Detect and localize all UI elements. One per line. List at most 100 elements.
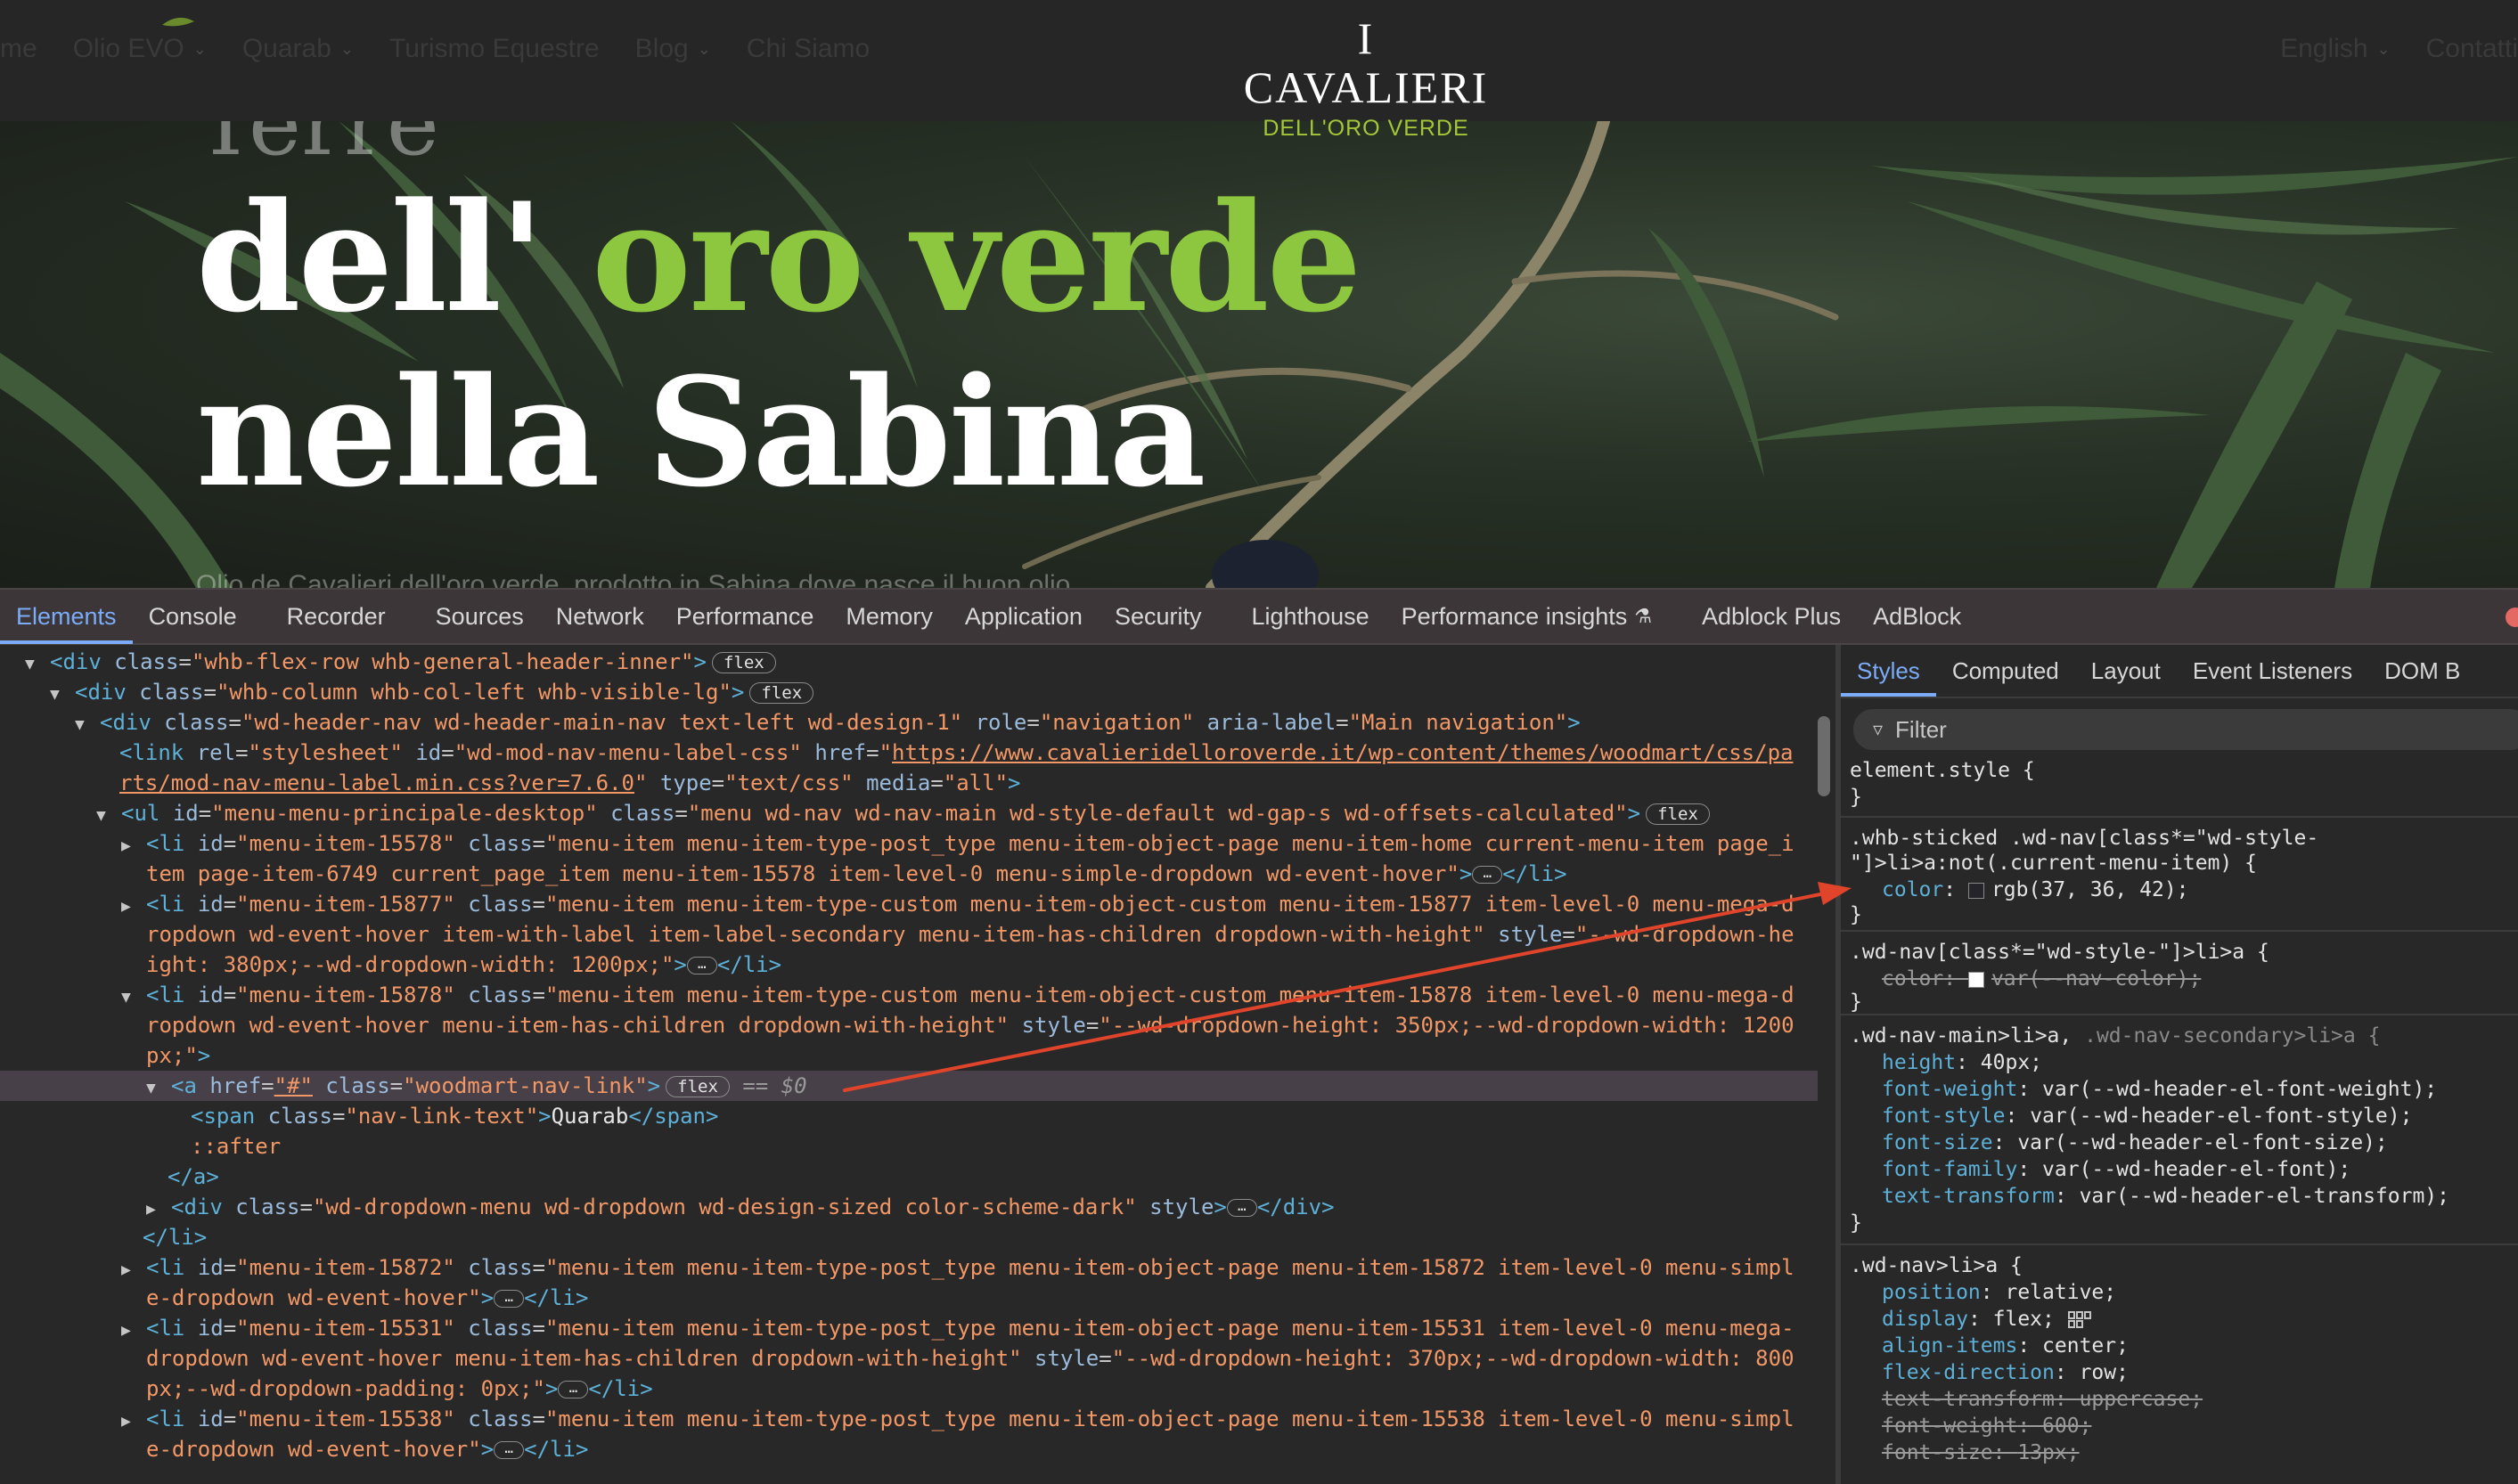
expand-triangle-icon[interactable]: ▶ xyxy=(121,1255,146,1285)
expand-triangle-icon[interactable]: ▶ xyxy=(146,1195,171,1225)
dom-node-li-15878[interactable]: ▼ <li id="menu-item-15878" class="menu-it… xyxy=(121,980,1794,1010)
style-rule-wd-nav-main[interactable]: .wd-nav-main>li>a, .wd-nav-secondary>li>… xyxy=(1841,1017,2518,1245)
tab-security[interactable]: Security xyxy=(1099,589,1218,644)
style-declaration[interactable]: display: flex; xyxy=(1882,1306,2094,1333)
expand-triangle-icon[interactable]: ▶ xyxy=(121,831,146,861)
dom-node-li-15877-cont2[interactable]: ight: 380px;--wd-dropdown-width: 1200px;… xyxy=(146,950,781,980)
style-declaration[interactable]: position: relative; xyxy=(1882,1279,2116,1306)
flexbox-editor-icon[interactable] xyxy=(2067,1309,2094,1331)
elements-scrollbar[interactable] xyxy=(1818,716,1830,796)
tab-performance-insights[interactable]: Performance insights ⚗ xyxy=(1386,589,1668,644)
style-declaration[interactable]: font-style: var(--wd-header-el-font-styl… xyxy=(1882,1103,2412,1129)
dom-node-link-stylesheet-cont[interactable]: rts/mod-nav-menu-label.min.css?ver=7.6.0… xyxy=(119,768,1020,798)
dom-node-link-stylesheet[interactable]: <link rel="stylesheet" id="wd-mod-nav-me… xyxy=(119,738,1793,768)
dom-node-span-nav-link-text[interactable]: <span class="nav-link-text">Quarab</span… xyxy=(191,1101,718,1131)
tab-recorder[interactable]: Recorder xyxy=(271,589,402,644)
style-declaration-overridden[interactable]: font-size: 13px; xyxy=(1882,1439,2080,1466)
tab-memory[interactable]: Memory xyxy=(830,589,949,644)
dom-node-a-selected[interactable]: ▼ <a href="#" class="woodmart-nav-link"> f… xyxy=(0,1071,1818,1101)
collapse-triangle-icon[interactable]: ▼ xyxy=(50,680,75,710)
flex-badge[interactable]: flex xyxy=(749,682,814,704)
site-nav-item-quarab[interactable]: Quarab ⌄ xyxy=(242,34,354,64)
tab-console[interactable]: Console xyxy=(133,589,253,644)
tab-application[interactable]: Application xyxy=(949,589,1099,644)
dom-node-li-15531-cont[interactable]: dropdown wd-event-hover menu-item-has-ch… xyxy=(146,1343,1794,1374)
tab-event-listeners[interactable]: Event Listeners xyxy=(2177,645,2368,697)
dom-node-li-15578[interactable]: ▶ <li id="menu-item-15578" class="menu-it… xyxy=(121,828,1794,859)
collapse-triangle-icon[interactable]: ▼ xyxy=(25,649,50,680)
style-declaration[interactable]: font-weight: var(--wd-header-el-font-wei… xyxy=(1882,1076,2437,1103)
flex-badge[interactable]: flex xyxy=(1646,803,1710,825)
style-declaration[interactable]: text-transform: var(--wd-header-el-trans… xyxy=(1882,1183,2449,1210)
dom-node-li-close[interactable]: </li> xyxy=(143,1222,207,1252)
collapse-triangle-icon[interactable]: ▼ xyxy=(75,710,100,740)
ellipsis-icon[interactable]: … xyxy=(494,1441,525,1459)
tab-elements[interactable]: Elements xyxy=(0,589,133,644)
style-rule-whb-sticked[interactable]: .whb-sticked .wd-nav[class*="wd-style- "… xyxy=(1841,819,2518,932)
dom-node-li-15538-cont[interactable]: e-dropdown wd-event-hover">… </li> xyxy=(146,1434,588,1464)
ellipsis-icon[interactable]: … xyxy=(1472,866,1503,884)
ellipsis-icon[interactable]: … xyxy=(1226,1199,1257,1217)
style-rule-element-style[interactable]: element.style { } xyxy=(1841,754,2518,818)
tab-adblock[interactable]: AdBlock xyxy=(1857,589,1977,644)
tab-lighthouse[interactable]: Lighthouse xyxy=(1236,589,1386,644)
expand-triangle-icon[interactable]: ▶ xyxy=(121,1407,146,1437)
color-swatch[interactable] xyxy=(1967,971,1984,988)
tab-computed[interactable]: Computed xyxy=(1936,645,2075,697)
site-nav-item-turismo[interactable]: Turismo Equestre xyxy=(389,34,600,64)
error-indicator-icon[interactable] xyxy=(2506,607,2518,627)
dom-node-dropdown-menu[interactable]: ▶ <div class="wd-dropdown-menu wd-dropdow… xyxy=(146,1192,1335,1222)
stylesheet-link[interactable]: https://www.cavalieridelloroverde.it/wp-… xyxy=(892,740,1793,765)
dom-node-li-15538[interactable]: ▶ <li id="menu-item-15538" class="menu-it… xyxy=(121,1404,1794,1434)
dom-node-li-15531[interactable]: ▶ <li id="menu-item-15531" class="menu-it… xyxy=(121,1313,1794,1343)
tab-performance[interactable]: Performance xyxy=(660,589,830,644)
dom-node-wd-header-nav[interactable]: ▼ <div class="wd-header-nav wd-header-mai… xyxy=(75,707,1581,738)
style-declaration-overridden[interactable]: color: var(--nav-color); xyxy=(1882,966,2201,992)
dom-node-li-15877[interactable]: ▶ <li id="menu-item-15877" class="menu-it… xyxy=(121,889,1794,919)
style-declaration[interactable]: font-family: var(--wd-header-el-font); xyxy=(1882,1156,2350,1183)
dom-node-li-15878-cont[interactable]: ropdown wd-event-hover menu-item-has-chi… xyxy=(146,1010,1794,1040)
dom-node-li-15531-cont2[interactable]: px;--wd-dropdown-padding: 0px;">… </li> xyxy=(146,1374,653,1404)
site-nav-item-olio-evo[interactable]: Olio EVO ⌄ xyxy=(73,34,207,64)
flex-badge[interactable]: flex xyxy=(666,1076,730,1097)
color-swatch[interactable] xyxy=(1967,882,1984,899)
dom-node-ul-menu[interactable]: ▼ <ul id="menu-menu-principale-desktop" c… xyxy=(96,798,1710,828)
collapse-triangle-icon[interactable]: ▼ xyxy=(121,983,146,1013)
style-rule-wd-nav-li-a[interactable]: .wd-nav>li>a { position: relative; displ… xyxy=(1841,1247,2518,1484)
dom-node-li-15872-cont[interactable]: e-dropdown wd-event-hover">… </li> xyxy=(146,1283,588,1313)
tab-adblock-plus[interactable]: Adblock Plus xyxy=(1686,589,1857,644)
dom-node-whb-flex-row[interactable]: ▼ <div class="whb-flex-row whb-general-he… xyxy=(25,647,776,677)
dom-node-li-15578-cont[interactable]: tem page-item-6749 current_page_item men… xyxy=(146,859,1567,889)
flex-badge[interactable]: flex xyxy=(711,652,776,673)
site-nav-item-home[interactable]: me xyxy=(0,34,37,64)
ellipsis-icon[interactable]: … xyxy=(558,1381,589,1398)
language-switcher[interactable]: English ⌄ xyxy=(2280,34,2391,64)
ellipsis-icon[interactable]: … xyxy=(686,957,717,974)
style-declaration-overridden[interactable]: font-weight: 600; xyxy=(1882,1413,2091,1439)
site-nav-item-blog[interactable]: Blog ⌄ xyxy=(635,34,711,64)
dom-node-li-15872[interactable]: ▶ <li id="menu-item-15872" class="menu-it… xyxy=(121,1252,1794,1283)
site-nav-item-chi-siamo[interactable]: Chi Siamo xyxy=(747,34,870,64)
dom-node-whb-column[interactable]: ▼ <div class="whb-column whb-col-left whb… xyxy=(50,677,814,710)
styles-filter-input[interactable]: ▿ Filter xyxy=(1853,709,2518,750)
expand-triangle-icon[interactable]: ▶ xyxy=(121,1316,146,1346)
dom-node-a-close[interactable]: </a> xyxy=(168,1162,219,1192)
dom-node-li-15878-cont2[interactable]: px;"> xyxy=(146,1040,210,1071)
site-logo[interactable]: I CAVALIERI DELL'ORO VERDE xyxy=(1232,14,1500,142)
tab-sources[interactable]: Sources xyxy=(420,589,540,644)
site-nav-item-contatti[interactable]: Contatti xyxy=(2426,34,2518,64)
collapse-triangle-icon[interactable]: ▼ xyxy=(146,1073,171,1104)
expand-triangle-icon[interactable]: ▶ xyxy=(121,892,146,922)
stylesheet-link[interactable]: rts/mod-nav-menu-label.min.css?ver=7.6.0 xyxy=(119,771,634,795)
ellipsis-icon[interactable]: … xyxy=(494,1290,525,1308)
dom-node-pseudo-after[interactable]: ::after xyxy=(191,1131,281,1162)
style-rule-wd-nav-style[interactable]: .wd-nav[class*="wd-style-"]>li>a { color… xyxy=(1841,934,2518,1015)
style-declaration[interactable]: flex-direction: row; xyxy=(1882,1359,2129,1386)
tab-layout[interactable]: Layout xyxy=(2075,645,2177,697)
collapse-triangle-icon[interactable]: ▼ xyxy=(96,801,121,831)
dom-node-li-15877-cont[interactable]: ropdown wd-event-hover item-with-label i… xyxy=(146,919,1794,950)
style-declaration[interactable]: height: 40px; xyxy=(1882,1049,2042,1076)
tab-styles[interactable]: Styles xyxy=(1841,645,1936,697)
style-declaration[interactable]: align-items: center; xyxy=(1882,1333,2129,1359)
style-declaration[interactable]: font-size: var(--wd-header-el-font-size)… xyxy=(1882,1129,2388,1156)
